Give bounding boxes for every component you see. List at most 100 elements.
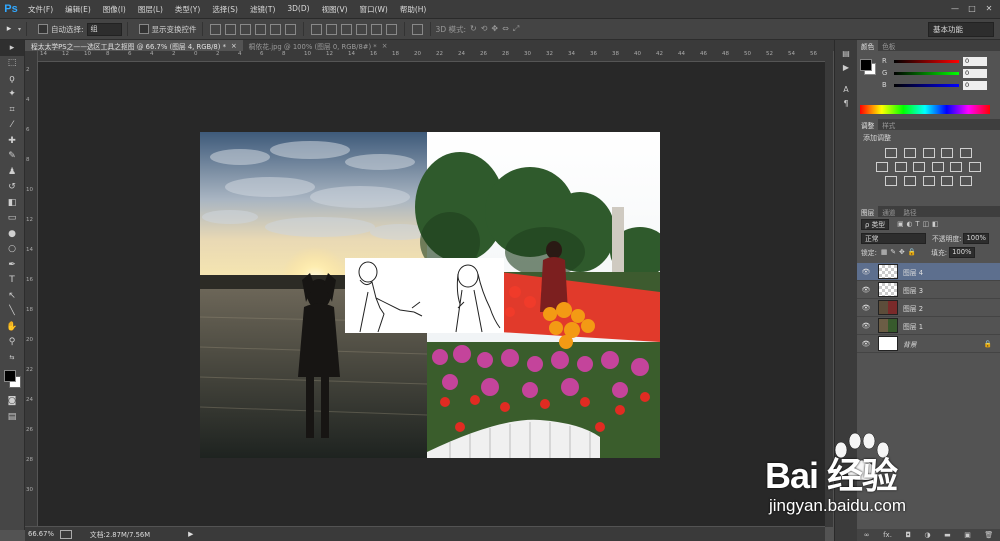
move-tool-icon[interactable]: ▸	[0, 40, 24, 56]
menu-item[interactable]: 帮助(H)	[394, 4, 433, 15]
magic-wand-tool-icon[interactable]: ✦	[0, 87, 24, 103]
color-spectrum[interactable]	[860, 105, 990, 114]
paragraph-icon[interactable]: ¶	[835, 96, 857, 110]
marquee-tool-icon[interactable]: ⬚	[0, 56, 24, 72]
swap-colors-icon[interactable]: ⇆	[0, 350, 24, 366]
auto-select-dropdown[interactable]: 组	[86, 22, 122, 36]
path-selection-tool-icon[interactable]: ↖	[0, 288, 24, 304]
healing-brush-tool-icon[interactable]: ✚	[0, 133, 24, 149]
gradient-tool-icon[interactable]: ▭	[0, 211, 24, 227]
tab-channels[interactable]: 通道	[878, 207, 899, 217]
menu-item[interactable]: 3D(D)	[281, 4, 315, 15]
tab-close-icon[interactable]: ×	[231, 42, 237, 50]
hue-saturation-icon[interactable]	[876, 162, 889, 172]
close-button[interactable]: ✕	[982, 2, 996, 14]
trash-icon[interactable]: 🗑	[984, 531, 993, 539]
3d-slide-icon[interactable]: ⇔	[502, 24, 509, 34]
brightness-icon[interactable]	[885, 148, 898, 158]
brush-tool-icon[interactable]: ✎	[0, 149, 24, 165]
levels-icon[interactable]	[903, 148, 916, 158]
eye-icon[interactable]: 👁	[860, 268, 872, 276]
group-icon[interactable]: ▬	[944, 531, 951, 539]
align-vcenter-icon[interactable]	[224, 23, 236, 35]
tab-layers[interactable]: 图层	[857, 206, 879, 217]
pen-tool-icon[interactable]: ✒	[0, 257, 24, 273]
green-value[interactable]: 0	[963, 68, 987, 78]
actions-icon[interactable]: ▶	[835, 60, 857, 74]
eye-icon[interactable]: 👁	[860, 304, 872, 312]
3d-roll-icon[interactable]: ⟲	[481, 24, 488, 34]
quick-mask-icon[interactable]: ◙	[0, 394, 24, 410]
threshold-icon[interactable]	[922, 176, 935, 186]
menu-item[interactable]: 滤镜(T)	[244, 4, 281, 15]
menu-item[interactable]: 编辑(E)	[59, 4, 97, 15]
layer-style-icon[interactable]: fx.	[883, 531, 892, 539]
layer-kind-filter[interactable]: ρ 类型	[861, 218, 890, 230]
character-icon[interactable]: A	[835, 82, 857, 96]
eye-icon[interactable]: 👁	[860, 322, 872, 330]
menu-item[interactable]: 图像(I)	[97, 4, 132, 15]
eyedropper-tool-icon[interactable]: ⁄	[0, 118, 24, 134]
3d-scale-icon[interactable]: ⤢	[513, 24, 519, 34]
green-slider[interactable]	[894, 71, 959, 75]
hand-tool-icon[interactable]: ✋	[0, 319, 24, 335]
invert-icon[interactable]	[885, 176, 898, 186]
blur-tool-icon[interactable]: ●	[0, 226, 24, 242]
layer-row[interactable]: 👁 图层 2	[857, 299, 1000, 317]
red-slider[interactable]	[894, 59, 959, 63]
vibrance-icon[interactable]	[959, 148, 972, 158]
menu-item[interactable]: 视图(V)	[316, 4, 354, 15]
workspace-dropdown[interactable]: 基本功能	[928, 22, 994, 37]
tab-document-1[interactable]: 程太太学PS之——选区工具之抠图 @ 66.7% (图层 4, RGB/8) *…	[25, 40, 243, 51]
eye-icon[interactable]: 👁	[860, 340, 872, 348]
menu-item[interactable]: 类型(Y)	[169, 4, 206, 15]
type-tool-icon[interactable]: T	[0, 273, 24, 289]
align-left-icon[interactable]	[254, 23, 266, 35]
new-layer-icon[interactable]: ▣	[964, 531, 971, 539]
align-hcenter-icon[interactable]	[269, 23, 281, 35]
move-tool-preset-icon[interactable]: ▸	[0, 24, 18, 34]
distribute-left-icon[interactable]	[355, 23, 367, 35]
minimize-button[interactable]: —	[948, 2, 962, 14]
dodge-tool-icon[interactable]: ○	[0, 242, 24, 258]
menu-item[interactable]: 窗口(W)	[354, 4, 394, 15]
blue-slider[interactable]	[894, 83, 959, 87]
status-menu-arrow[interactable]: ▶	[188, 530, 193, 538]
channel-mixer-icon[interactable]	[950, 162, 963, 172]
layer-row[interactable]: 👁 图层 3	[857, 281, 1000, 299]
tab-swatches[interactable]: 色板	[878, 41, 899, 51]
black-white-icon[interactable]	[913, 162, 926, 172]
color-lookup-icon[interactable]	[968, 162, 981, 172]
distribute-hcenter-icon[interactable]	[370, 23, 382, 35]
tab-adjustments[interactable]: 调整	[857, 119, 879, 130]
menu-item[interactable]: 选择(S)	[206, 4, 244, 15]
crop-tool-icon[interactable]: ⌗	[0, 102, 24, 118]
history-brush-tool-icon[interactable]: ↺	[0, 180, 24, 196]
fill-input[interactable]: 100%	[949, 246, 975, 258]
layer-row[interactable]: 👁 图层 4	[857, 263, 1000, 281]
distribute-bottom-icon[interactable]	[340, 23, 352, 35]
distribute-right-icon[interactable]	[385, 23, 397, 35]
auto-align-icon[interactable]	[411, 23, 423, 35]
adjustment-layer-icon[interactable]: ◑	[924, 531, 930, 539]
lock-icons[interactable]: ▦✎✥🔒	[881, 248, 919, 256]
layer-row[interactable]: 👁 背景 🔒	[857, 335, 1000, 353]
3d-rotate-icon[interactable]: ↻	[470, 24, 477, 34]
menu-item[interactable]: 文件(F)	[22, 4, 59, 15]
maximize-button[interactable]: □	[965, 2, 979, 14]
3d-pan-icon[interactable]: ✥	[491, 24, 498, 34]
auto-select-checkbox[interactable]	[38, 24, 49, 34]
exposure-icon[interactable]	[941, 148, 954, 158]
align-top-icon[interactable]	[209, 23, 221, 35]
color-swatches[interactable]	[0, 366, 24, 394]
tab-document-2[interactable]: 桐依花.jpg @ 100% (图层 0, RGB/8#) * ×	[243, 40, 394, 51]
tab-color[interactable]: 颜色	[857, 40, 879, 51]
screen-mode-icon[interactable]: ▤	[0, 409, 24, 425]
red-value[interactable]: 0	[963, 56, 987, 66]
link-layers-icon[interactable]: ∞	[864, 531, 870, 539]
eye-icon[interactable]: 👁	[860, 286, 872, 294]
zoom-tool-icon[interactable]: ⚲	[0, 335, 24, 351]
lasso-tool-icon[interactable]: ϙ	[0, 71, 24, 87]
layer-row[interactable]: 👁 图层 1	[857, 317, 1000, 335]
layer-filter-icons[interactable]: ▣◐T◫◧	[897, 220, 941, 228]
